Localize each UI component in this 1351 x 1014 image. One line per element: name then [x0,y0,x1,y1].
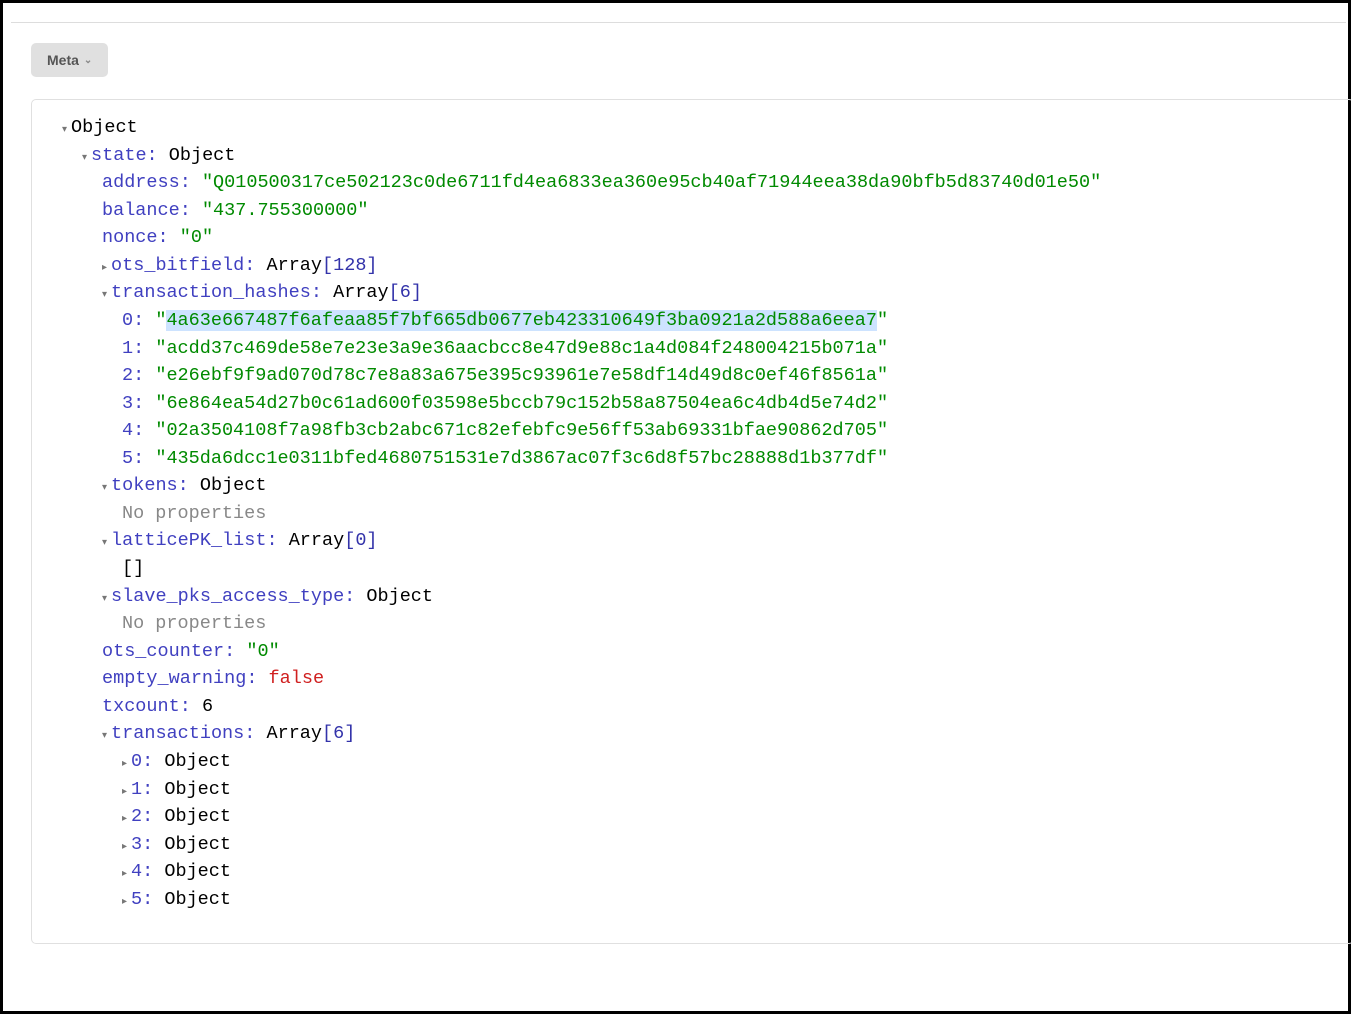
state-key[interactable]: state: Object [42,142,1343,170]
tx-hash-3[interactable]: 3: "6e864ea54d27b0c61ad600f03598e5bccb79… [42,390,1343,418]
transaction-hashes-key[interactable]: transaction_hashes: Array[6] [42,279,1343,307]
tx-hash-0[interactable]: 0: "4a63e667487f6afeaa85f7bf665db0677eb4… [42,307,1343,335]
meta-label: Meta [47,52,79,68]
transaction-2[interactable]: 2: Object [42,803,1343,831]
transaction-0[interactable]: 0: Object [42,748,1343,776]
transaction-5[interactable]: 5: Object [42,886,1343,914]
root-object[interactable]: Object [42,114,1343,142]
transaction-4[interactable]: 4: Object [42,858,1343,886]
address-field[interactable]: address: "Q010500317ce502123c0de6711fd4e… [42,169,1343,197]
latticepk-key[interactable]: latticePK_list: Array[0] [42,527,1343,555]
tx-hash-2[interactable]: 2: "e26ebf9f9ad070d78c7e8a83a675e395c939… [42,362,1343,390]
chevron-down-icon: ⌄ [84,55,92,66]
tx-hash-4[interactable]: 4: "02a3504108f7a98fb3cb2abc671c82efebfc… [42,417,1343,445]
json-tree-panel: Object state: Object address: "Q01050031… [31,99,1351,944]
ots-bitfield-key[interactable]: ots_bitfield: Array[128] [42,252,1343,280]
latticepk-empty: [] [42,555,1343,583]
slave-pks-key[interactable]: slave_pks_access_type: Object [42,583,1343,611]
ots-counter-field[interactable]: ots_counter: "0" [42,638,1343,666]
balance-field[interactable]: balance: "437.755300000" [42,197,1343,225]
txcount-field[interactable]: txcount: 6 [42,693,1343,721]
nonce-field[interactable]: nonce: "0" [42,224,1343,252]
transaction-3[interactable]: 3: Object [42,831,1343,859]
slave-no-properties: No properties [42,610,1343,638]
meta-dropdown-button[interactable]: Meta ⌄ [31,43,108,77]
tokens-no-properties: No properties [42,500,1343,528]
tx-hash-5[interactable]: 5: "435da6dcc1e0311bfed4680751531e7d3867… [42,445,1343,473]
transactions-key[interactable]: transactions: Array[6] [42,720,1343,748]
top-border-bar [11,3,1346,23]
tokens-key[interactable]: tokens: Object [42,472,1343,500]
empty-warning-field[interactable]: empty_warning: false [42,665,1343,693]
transaction-1[interactable]: 1: Object [42,776,1343,804]
tx-hash-1[interactable]: 1: "acdd37c469de58e7e23e3a9e36aacbcc8e47… [42,335,1343,363]
